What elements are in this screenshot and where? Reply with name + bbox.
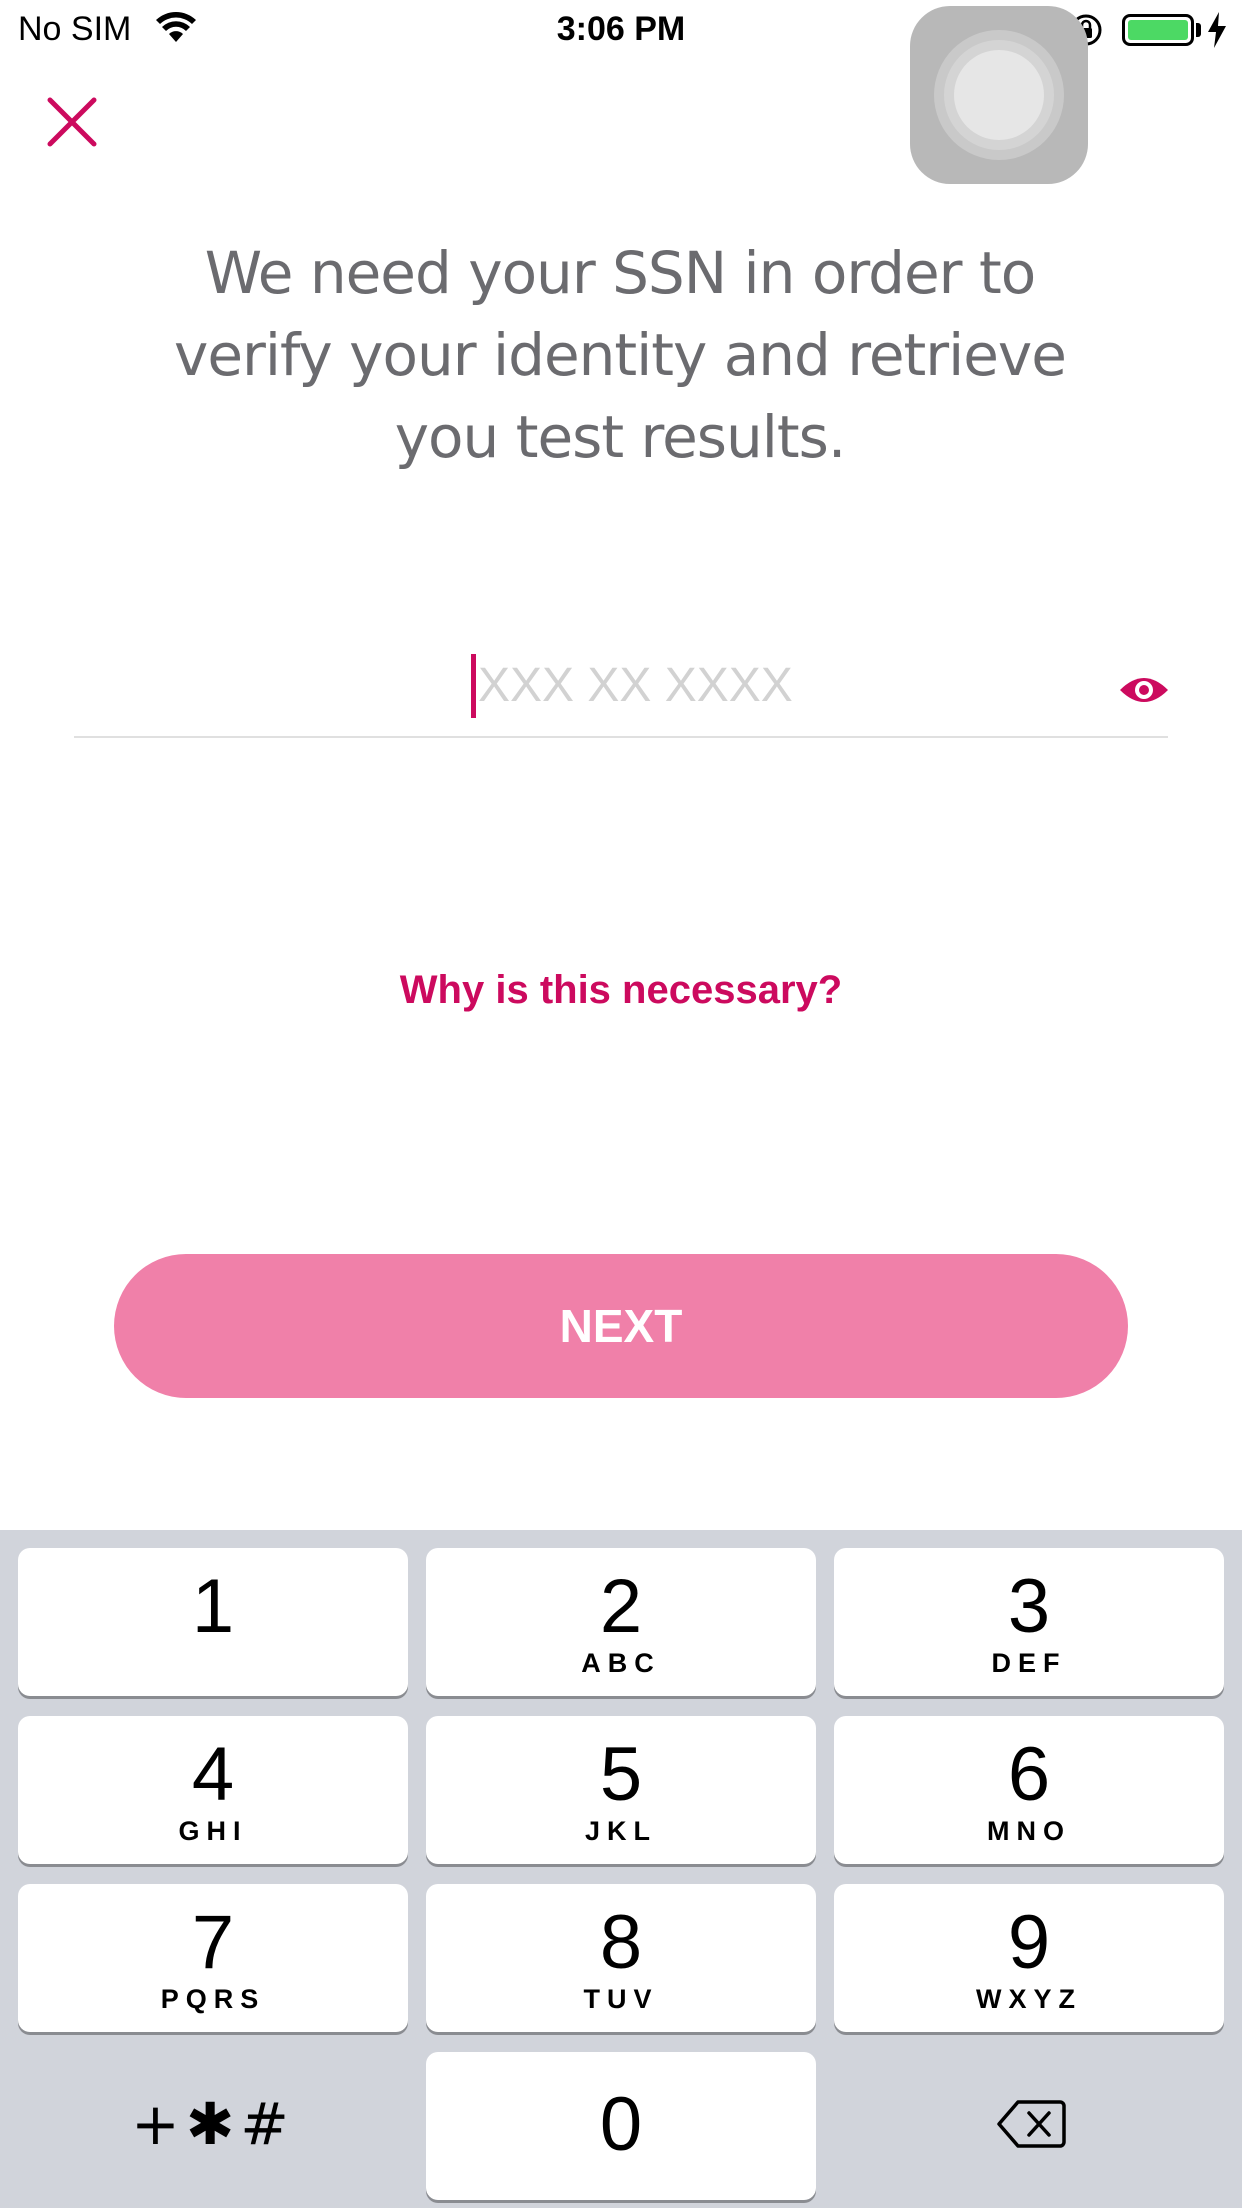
key-letters: TUV	[583, 1984, 659, 2014]
battery-icon	[1122, 14, 1194, 46]
page-title: We need your SSN in order to verify your…	[174, 239, 1067, 471]
battery-tip	[1196, 23, 1201, 37]
backspace-icon	[997, 2100, 1066, 2148]
key-digit: 5	[599, 1732, 643, 1817]
key-6[interactable]: 6 MNO	[834, 1716, 1224, 1864]
next-button[interactable]: NEXT	[114, 1254, 1128, 1398]
key-7[interactable]: 7 PQRS	[18, 1884, 408, 2032]
key-digit: 6	[1007, 1732, 1051, 1817]
assistive-touch-center	[954, 50, 1044, 140]
key-digit: 0	[599, 2082, 643, 2167]
close-button[interactable]	[40, 90, 104, 154]
key-digit: 9	[1007, 1900, 1051, 1985]
key-4[interactable]: 4 GHI	[18, 1716, 408, 1864]
symbols-label: +✱#	[131, 2090, 295, 2158]
key-letters: PQRS	[160, 1984, 266, 2014]
key-symbols[interactable]: +✱#	[18, 2052, 408, 2200]
key-digit: 3	[1007, 1564, 1051, 1649]
text-cursor	[471, 654, 476, 718]
key-letters: ABC	[581, 1648, 661, 1678]
close-icon	[47, 97, 97, 147]
key-digit: 7	[191, 1900, 235, 1985]
ssn-field	[74, 640, 1168, 738]
key-letters: GHI	[178, 1816, 248, 1846]
key-0[interactable]: 0	[426, 2052, 816, 2200]
key-letters: DEF	[991, 1648, 1067, 1678]
ssn-input[interactable]	[478, 650, 878, 720]
key-3[interactable]: 3 DEF	[834, 1548, 1224, 1696]
key-delete[interactable]	[834, 2052, 1224, 2200]
key-digit: 8	[599, 1900, 643, 1985]
key-9[interactable]: 9 WXYZ	[834, 1884, 1224, 2032]
key-letters: MNO	[987, 1816, 1071, 1846]
key-digit: 1	[191, 1564, 235, 1649]
charging-bolt-icon	[1208, 12, 1226, 48]
key-letters: JKL	[584, 1816, 657, 1846]
key-5[interactable]: 5 JKL	[426, 1716, 816, 1864]
key-digit: 4	[191, 1732, 235, 1817]
why-necessary-link[interactable]: Why is this necessary?	[0, 968, 1242, 1013]
show-ssn-toggle[interactable]	[1114, 670, 1174, 710]
battery-level-fill	[1128, 20, 1188, 40]
key-1[interactable]: 1	[18, 1548, 408, 1696]
numeric-keyboard: 1 2 ABC 3 DEF 4 GHI 5 JKL 6 MNO 7 PQRS 8…	[0, 1530, 1242, 2208]
assistive-touch-button[interactable]	[910, 6, 1088, 184]
key-2[interactable]: 2 ABC	[426, 1548, 816, 1696]
eye-icon	[1120, 678, 1168, 702]
key-digit: 2	[599, 1564, 643, 1649]
key-letters: WXYZ	[976, 1984, 1082, 2014]
key-8[interactable]: 8 TUV	[426, 1884, 816, 2032]
